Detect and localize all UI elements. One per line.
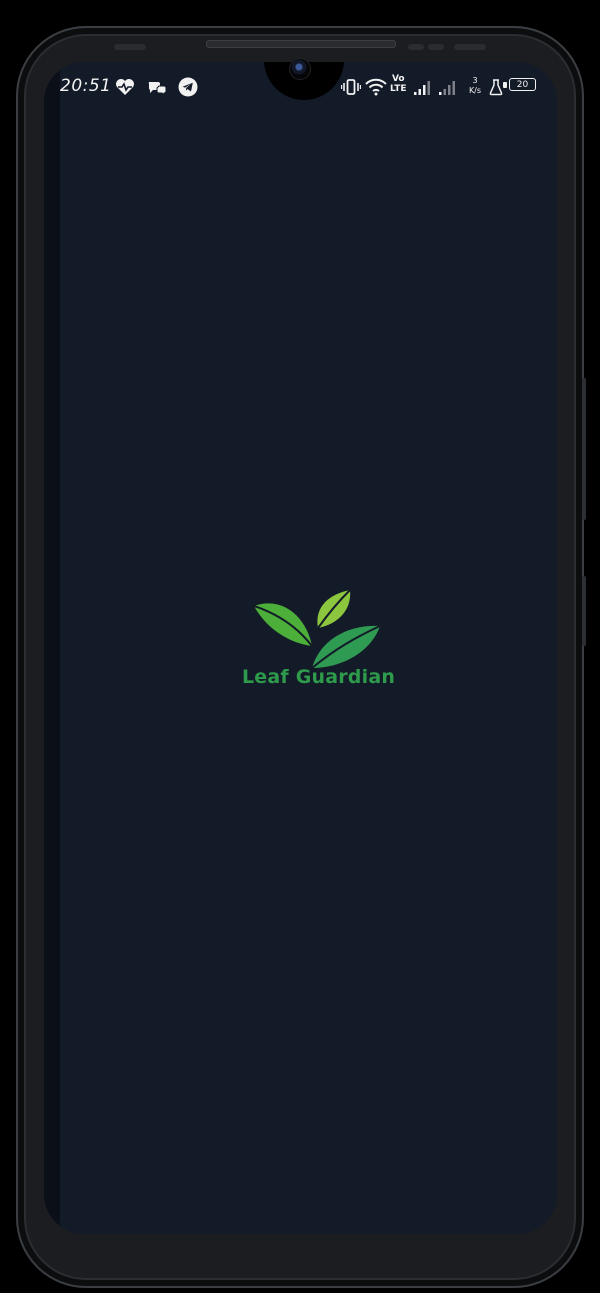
- network-speed: 3 K/s: [466, 76, 484, 96]
- power-button: [582, 576, 586, 646]
- network-speed-unit: K/s: [468, 86, 482, 95]
- wifi-icon: [364, 76, 388, 98]
- top-sensor: [408, 44, 424, 50]
- status-time: 20:51: [60, 76, 112, 96]
- volte-indicator: Vo LTE: [390, 74, 407, 94]
- top-sensor: [114, 44, 146, 50]
- network-speed-value: 3: [472, 76, 478, 85]
- chat-bubbles-icon: [146, 76, 168, 98]
- leaves-icon: [253, 589, 381, 669]
- earpiece-speaker: [206, 40, 396, 48]
- signal-icon: [412, 76, 434, 98]
- heart-health-icon: [114, 76, 136, 98]
- volte-top-label: Vo: [391, 74, 405, 84]
- app-name: Leaf Guardian: [242, 666, 396, 688]
- telegram-icon: [177, 76, 199, 98]
- volte-bottom-label: LTE: [390, 84, 407, 94]
- battery-icon: 20: [509, 78, 536, 91]
- flask-icon: [488, 76, 504, 98]
- status-bar: 20:51 Vo LTE 3 K/s 20: [60, 74, 540, 100]
- signal-icon: [437, 76, 459, 98]
- top-sensor: [428, 44, 444, 50]
- vibrate-icon: [340, 76, 362, 98]
- volume-button: [582, 378, 586, 520]
- battery-level: 20: [516, 80, 529, 90]
- top-sensor: [454, 44, 486, 50]
- battery-cap: [503, 82, 507, 88]
- app-logo: Leaf Guardian: [242, 588, 396, 692]
